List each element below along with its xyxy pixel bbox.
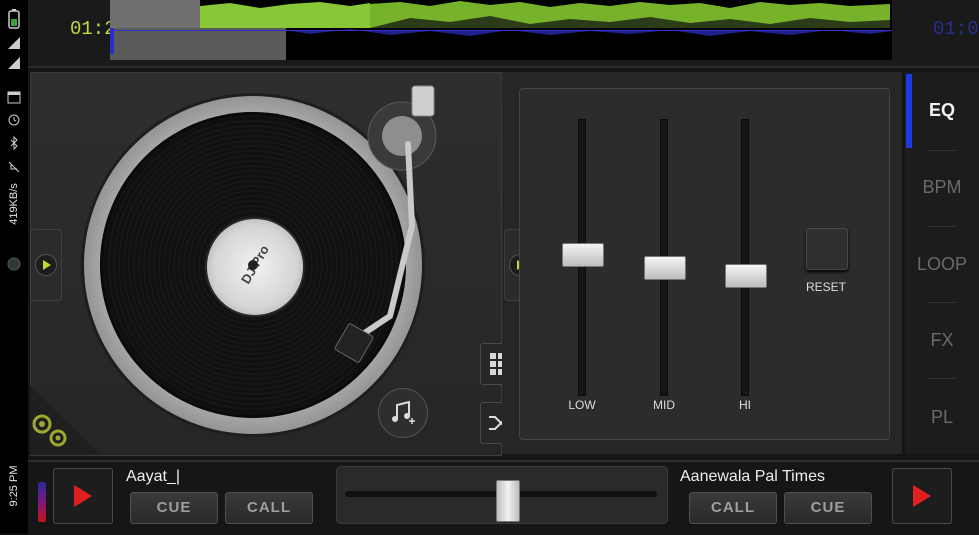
tab-pl[interactable]: PL <box>905 407 979 428</box>
eq-mid-label: MID <box>653 398 675 412</box>
tab-divider <box>928 302 956 303</box>
music-library-button[interactable] <box>378 388 428 438</box>
tab-fx[interactable]: FX <box>905 330 979 351</box>
elapsed-time-right: 01:09 <box>933 18 979 40</box>
left-cue-button[interactable]: CUE <box>130 492 218 524</box>
record-spindle <box>248 260 258 270</box>
play-icon <box>913 485 931 507</box>
eq-low-label: LOW <box>568 398 596 412</box>
network-speed: 419KB/s <box>8 183 20 225</box>
tab-divider <box>928 378 956 379</box>
eq-reset-label: RESET <box>805 280 846 294</box>
waveform-graphic <box>110 0 892 60</box>
crossfader-slider[interactable] <box>496 480 520 522</box>
left-deck-expand-button[interactable] <box>30 229 62 301</box>
left-play-button[interactable] <box>53 468 113 524</box>
tonearm[interactable] <box>320 76 440 381</box>
right-cue-button[interactable]: CUE <box>784 492 872 524</box>
waveform-display[interactable] <box>110 0 892 60</box>
eq-low-slider[interactable] <box>562 243 604 267</box>
play-arrow-icon <box>35 254 57 276</box>
tab-divider <box>928 226 956 227</box>
signal-icon <box>3 36 25 53</box>
left-call-button[interactable]: CALL <box>225 492 313 524</box>
eq-reset-button[interactable] <box>806 228 848 270</box>
right-track-title: Aanewala Pal Times <box>680 468 825 485</box>
tab-eq[interactable]: EQ <box>905 100 979 121</box>
tab-divider <box>928 150 956 151</box>
settings-gear-icon[interactable] <box>30 410 72 455</box>
alarm-icon <box>3 112 25 129</box>
signal-icon-2 <box>3 56 25 73</box>
status-time: 9:25 PM <box>8 465 20 507</box>
eq-hi-slider[interactable] <box>725 264 767 288</box>
music-note-icon <box>392 400 415 424</box>
battery-icon <box>3 8 25 33</box>
right-call-button[interactable]: CALL <box>689 492 777 524</box>
status-bar: 419KB/s 9:25 PM <box>0 0 28 533</box>
left-track-title: Aayat_| <box>126 468 180 485</box>
tab-loop[interactable]: LOOP <box>905 254 979 275</box>
bluetooth-icon <box>3 135 25 153</box>
calendar-icon <box>3 90 25 107</box>
eq-mid-slider[interactable] <box>644 256 686 280</box>
eq-hi-track <box>741 119 749 396</box>
app-notification-icon <box>3 256 25 275</box>
play-icon <box>74 485 92 507</box>
eq-hi-label: HI <box>739 398 751 412</box>
volume-level-meter <box>38 482 46 522</box>
right-play-button[interactable] <box>892 468 952 524</box>
tab-bpm[interactable]: BPM <box>905 177 979 198</box>
